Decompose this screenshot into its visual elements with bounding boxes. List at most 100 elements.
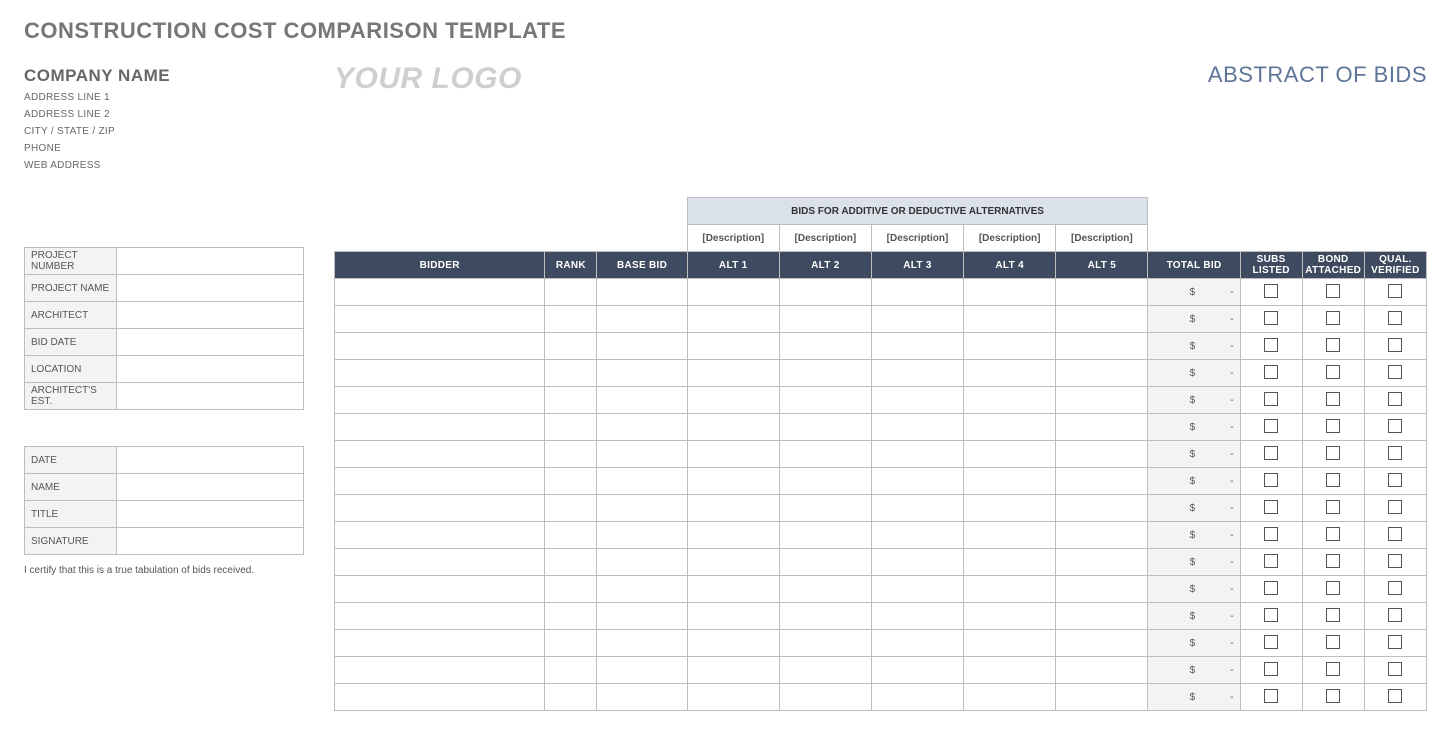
alt5-cell[interactable] <box>1056 549 1148 576</box>
base-bid-cell[interactable] <box>597 630 687 657</box>
sig-title-input[interactable] <box>117 501 304 528</box>
alt2-cell[interactable] <box>779 684 871 711</box>
alt1-cell[interactable] <box>687 360 779 387</box>
base-bid-cell[interactable] <box>597 468 687 495</box>
alt5-cell[interactable] <box>1056 360 1148 387</box>
qual-verified-checkbox[interactable] <box>1388 527 1402 541</box>
rank-cell[interactable] <box>545 657 597 684</box>
qual-verified-checkbox[interactable] <box>1388 473 1402 487</box>
alt3-cell[interactable] <box>871 360 963 387</box>
alt1-cell[interactable] <box>687 441 779 468</box>
alt5-cell[interactable] <box>1056 333 1148 360</box>
rank-cell[interactable] <box>545 441 597 468</box>
alt1-cell[interactable] <box>687 684 779 711</box>
bidder-cell[interactable] <box>335 630 545 657</box>
alt2-description[interactable]: [Description] <box>779 225 871 252</box>
subs-listed-checkbox[interactable] <box>1264 689 1278 703</box>
rank-cell[interactable] <box>545 360 597 387</box>
bidder-cell[interactable] <box>335 684 545 711</box>
subs-listed-checkbox[interactable] <box>1264 554 1278 568</box>
alt1-cell[interactable] <box>687 603 779 630</box>
qual-verified-checkbox[interactable] <box>1388 581 1402 595</box>
qual-verified-checkbox[interactable] <box>1388 284 1402 298</box>
alt2-cell[interactable] <box>779 630 871 657</box>
alt3-cell[interactable] <box>871 603 963 630</box>
qual-verified-checkbox[interactable] <box>1388 662 1402 676</box>
alt1-cell[interactable] <box>687 387 779 414</box>
alt5-cell[interactable] <box>1056 279 1148 306</box>
bond-attached-checkbox[interactable] <box>1326 554 1340 568</box>
architect-input[interactable] <box>117 302 304 329</box>
subs-listed-checkbox[interactable] <box>1264 581 1278 595</box>
bond-attached-checkbox[interactable] <box>1326 419 1340 433</box>
alt5-cell[interactable] <box>1056 414 1148 441</box>
alt1-cell[interactable] <box>687 306 779 333</box>
subs-listed-checkbox[interactable] <box>1264 473 1278 487</box>
qual-verified-checkbox[interactable] <box>1388 554 1402 568</box>
alt3-cell[interactable] <box>871 522 963 549</box>
alt5-description[interactable]: [Description] <box>1056 225 1148 252</box>
base-bid-cell[interactable] <box>597 549 687 576</box>
subs-listed-checkbox[interactable] <box>1264 392 1278 406</box>
rank-cell[interactable] <box>545 333 597 360</box>
alt4-cell[interactable] <box>964 387 1056 414</box>
alt5-cell[interactable] <box>1056 522 1148 549</box>
sig-name-input[interactable] <box>117 474 304 501</box>
bidder-cell[interactable] <box>335 603 545 630</box>
alt3-cell[interactable] <box>871 657 963 684</box>
alt4-cell[interactable] <box>964 630 1056 657</box>
alt1-cell[interactable] <box>687 333 779 360</box>
alt1-cell[interactable] <box>687 549 779 576</box>
alt2-cell[interactable] <box>779 387 871 414</box>
alt5-cell[interactable] <box>1056 684 1148 711</box>
alt5-cell[interactable] <box>1056 495 1148 522</box>
architects-est-input[interactable] <box>117 383 304 410</box>
alt4-cell[interactable] <box>964 414 1056 441</box>
bidder-cell[interactable] <box>335 387 545 414</box>
bond-attached-checkbox[interactable] <box>1326 365 1340 379</box>
base-bid-cell[interactable] <box>597 576 687 603</box>
alt3-cell[interactable] <box>871 333 963 360</box>
bidder-cell[interactable] <box>335 360 545 387</box>
qual-verified-checkbox[interactable] <box>1388 446 1402 460</box>
alt4-cell[interactable] <box>964 657 1056 684</box>
alt2-cell[interactable] <box>779 306 871 333</box>
sig-signature-input[interactable] <box>117 528 304 555</box>
alt3-cell[interactable] <box>871 468 963 495</box>
rank-cell[interactable] <box>545 549 597 576</box>
alt5-cell[interactable] <box>1056 306 1148 333</box>
bidder-cell[interactable] <box>335 522 545 549</box>
alt2-cell[interactable] <box>779 495 871 522</box>
bond-attached-checkbox[interactable] <box>1326 392 1340 406</box>
bidder-cell[interactable] <box>335 414 545 441</box>
alt2-cell[interactable] <box>779 522 871 549</box>
base-bid-cell[interactable] <box>597 684 687 711</box>
alt3-cell[interactable] <box>871 306 963 333</box>
project-name-input[interactable] <box>117 275 304 302</box>
alt4-cell[interactable] <box>964 576 1056 603</box>
subs-listed-checkbox[interactable] <box>1264 419 1278 433</box>
rank-cell[interactable] <box>545 495 597 522</box>
bond-attached-checkbox[interactable] <box>1326 662 1340 676</box>
base-bid-cell[interactable] <box>597 414 687 441</box>
qual-verified-checkbox[interactable] <box>1388 689 1402 703</box>
alt1-cell[interactable] <box>687 279 779 306</box>
base-bid-cell[interactable] <box>597 495 687 522</box>
alt3-cell[interactable] <box>871 495 963 522</box>
bidder-cell[interactable] <box>335 657 545 684</box>
alt5-cell[interactable] <box>1056 657 1148 684</box>
bond-attached-checkbox[interactable] <box>1326 635 1340 649</box>
alt4-cell[interactable] <box>964 360 1056 387</box>
alt5-cell[interactable] <box>1056 630 1148 657</box>
qual-verified-checkbox[interactable] <box>1388 392 1402 406</box>
alt4-cell[interactable] <box>964 441 1056 468</box>
bond-attached-checkbox[interactable] <box>1326 608 1340 622</box>
subs-listed-checkbox[interactable] <box>1264 662 1278 676</box>
base-bid-cell[interactable] <box>597 387 687 414</box>
bidder-cell[interactable] <box>335 468 545 495</box>
rank-cell[interactable] <box>545 576 597 603</box>
bond-attached-checkbox[interactable] <box>1326 500 1340 514</box>
alt5-cell[interactable] <box>1056 576 1148 603</box>
qual-verified-checkbox[interactable] <box>1388 365 1402 379</box>
bond-attached-checkbox[interactable] <box>1326 446 1340 460</box>
